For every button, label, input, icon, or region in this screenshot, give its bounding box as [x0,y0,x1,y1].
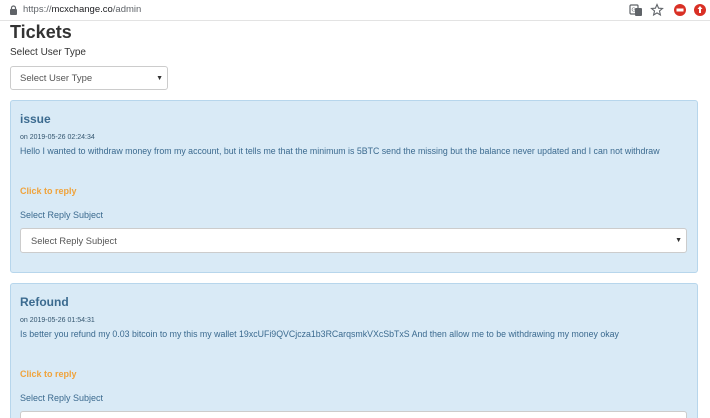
url-text[interactable]: https://mcxchange.co/admin [23,4,141,16]
ticket-message: Is better you refund my 0.03 bitcoin to … [20,329,619,339]
reply-subject-label: Select Reply Subject [20,393,104,403]
user-type-label: Select User Type [10,47,86,58]
ticket-subject: Refound [20,295,69,309]
reply-subject-select[interactable]: Select Reply Subject ▼ [20,228,687,253]
reply-subject-select[interactable] [20,411,687,418]
extension-icon[interactable] [673,3,687,17]
url-path: /admin [112,4,142,15]
page-title: Tickets [10,22,72,42]
lock-icon [10,5,17,15]
user-type-select[interactable]: Select User Type ▼ [10,66,168,90]
click-to-reply-link[interactable]: Click to reply [20,186,77,197]
user-type-select-value: Select User Type [20,73,93,84]
ticket-message: Hello I wanted to withdraw money from my… [20,146,660,156]
ticket-date: on 2019-05-26 02:24:34 [20,134,95,141]
reply-subject-select-value: Select Reply Subject [31,236,117,246]
chevron-down-icon: ▼ [156,75,163,82]
svg-text:G: G [632,8,636,14]
chevron-down-icon: ▼ [675,237,682,244]
ticket-card: issue on 2019-05-26 02:24:34 Hello I wan… [10,100,698,273]
star-icon[interactable] [650,3,664,17]
ticket-date: on 2019-05-26 01:54:31 [20,317,95,324]
ticket-subject: issue [20,112,51,126]
click-to-reply-link[interactable]: Click to reply [20,369,77,380]
ticket-card: Refound on 2019-05-26 01:54:31 Is better… [10,283,698,418]
translate-icon[interactable]: G [629,3,643,17]
extension-icon[interactable] [693,3,707,17]
reply-subject-label: Select Reply Subject [20,210,104,220]
url-scheme: https:// [23,4,52,15]
url-host: mcxchange.co [51,4,113,15]
browser-address-bar: https://mcxchange.co/admin G [0,0,710,21]
